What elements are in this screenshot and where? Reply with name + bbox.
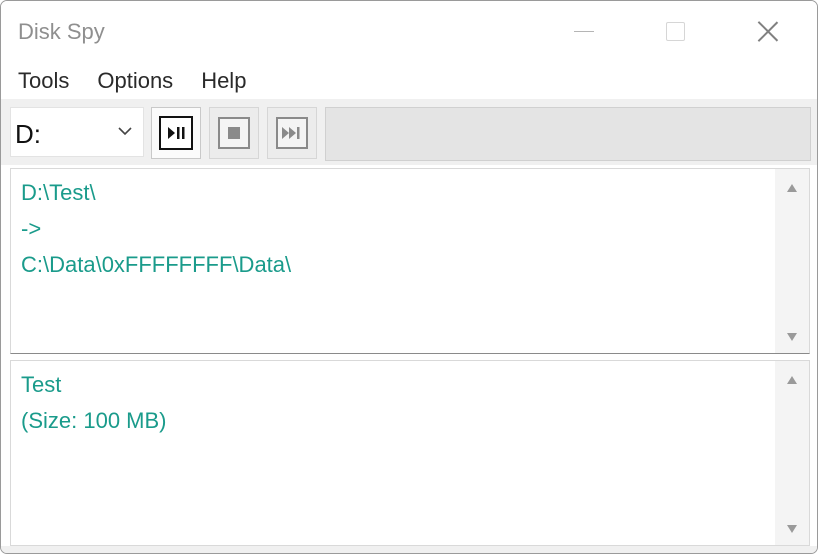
chevron-down-icon — [118, 127, 132, 136]
path-text: D:\Test\ -> C:\Data\0xFFFFFFFF\Data\ — [21, 175, 771, 283]
info-text: Test (Size: 100 MB) — [21, 367, 771, 439]
path-panel[interactable]: D:\Test\ -> C:\Data\0xFFFFFFFF\Data\ — [10, 168, 810, 354]
menu-help[interactable]: Help — [201, 68, 246, 94]
stop-icon — [218, 117, 250, 149]
scroll-down-arrow-icon[interactable] — [787, 525, 797, 533]
maximize-icon — [665, 21, 685, 41]
window-title: Disk Spy — [18, 19, 105, 44]
stop-button[interactable] — [209, 107, 259, 159]
skip-forward-button[interactable] — [267, 107, 317, 159]
path-line: -> — [21, 216, 42, 241]
drive-select-value: D: — [15, 119, 41, 149]
play-pause-icon — [159, 116, 193, 150]
close-button[interactable] — [745, 1, 791, 61]
window-bottom-edge — [1, 546, 817, 553]
skip-forward-icon — [276, 117, 308, 149]
path-scrollbar[interactable] — [775, 169, 809, 353]
info-panel[interactable]: Test (Size: 100 MB) — [10, 360, 810, 546]
path-line: D:\Test\ — [21, 180, 96, 205]
title-bar[interactable]: Disk Spy — [1, 1, 817, 61]
progress-bar — [325, 107, 811, 161]
scroll-down-arrow-icon[interactable] — [787, 333, 797, 341]
menu-bar: Tools Options Help — [1, 63, 817, 99]
close-icon — [757, 20, 779, 42]
maximize-button[interactable] — [652, 1, 698, 61]
main-window: Disk Spy Tools Options Help D: D:\Test\ … — [0, 0, 818, 554]
info-scrollbar[interactable] — [775, 361, 809, 545]
menu-tools[interactable]: Tools — [18, 68, 69, 94]
minimize-button[interactable] — [561, 1, 607, 61]
info-line: (Size: 100 MB) — [21, 408, 167, 433]
scroll-up-arrow-icon[interactable] — [787, 184, 797, 192]
drive-select[interactable]: D: — [10, 107, 144, 157]
info-line: Test — [21, 372, 62, 397]
path-line: C:\Data\0xFFFFFFFF\Data\ — [21, 252, 292, 277]
scroll-up-arrow-icon[interactable] — [787, 376, 797, 384]
toolbar: D: — [1, 99, 817, 165]
menu-options[interactable]: Options — [97, 68, 173, 94]
minimize-icon — [574, 30, 594, 32]
play-pause-button[interactable] — [151, 107, 201, 159]
